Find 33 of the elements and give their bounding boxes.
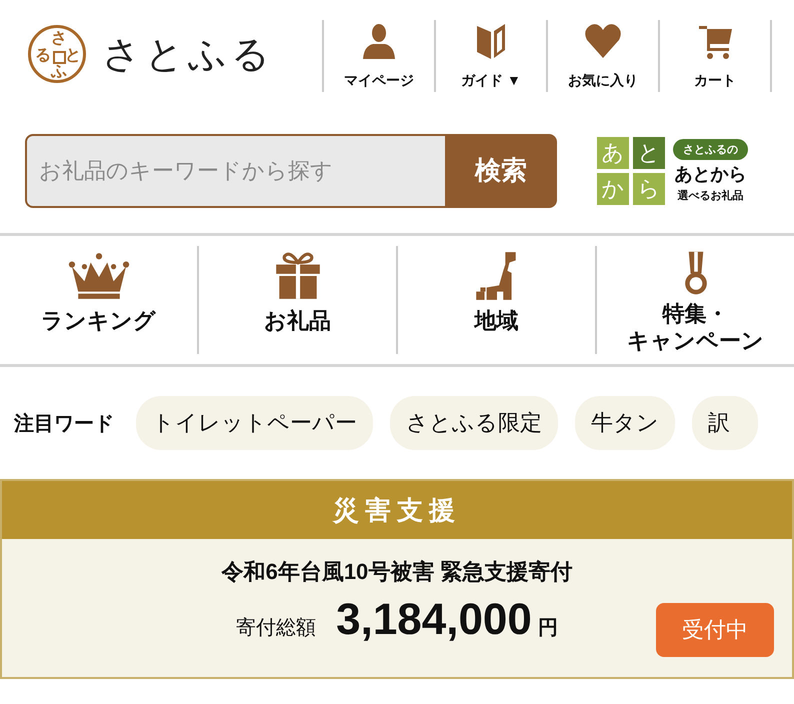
stamp-character: と [65, 48, 81, 64]
category-label[interactable]: 特集・ [662, 301, 728, 328]
crown-icon [66, 250, 130, 302]
category-label[interactable]: 地域 [474, 308, 518, 334]
header-nav-link[interactable]: カート [660, 20, 772, 92]
total-amount: 3,184,000 [336, 595, 532, 645]
category-label[interactable]: ランキング [41, 308, 156, 334]
stamp-character: さ [51, 31, 67, 47]
square-icon [53, 51, 66, 64]
status-badge: 受付中 [656, 603, 774, 657]
category-label[interactable]: お礼品 [264, 308, 331, 334]
stamp-character: ふ [51, 64, 67, 80]
keyword-chip[interactable]: 訳 [692, 396, 758, 450]
header-nav-link[interactable]: マイページ [324, 20, 436, 92]
disaster-heading: 災害支援 [2, 481, 792, 539]
header-nav-link[interactable]: お気に入り [548, 20, 660, 92]
search-field[interactable]: お礼品のキーワードから探す [25, 134, 445, 208]
campaign-title[interactable]: 令和6年台風10号被害 緊急支援寄付 [222, 557, 572, 587]
logo-text[interactable]: さとふる [102, 28, 274, 80]
header-nav-link[interactable]: ガイド ▼ [436, 20, 548, 92]
atokara-logo[interactable]: あ と か ら [597, 136, 665, 204]
category-label[interactable]: キャンペーン [627, 328, 764, 354]
keyword-chip[interactable]: 牛タン [575, 396, 675, 450]
total-label: 寄付総額 [236, 616, 316, 641]
search-button[interactable]: 検索 [445, 134, 557, 208]
keyword-chip[interactable]: トイレットペーパー [136, 396, 373, 450]
atokara-title: あとから [674, 162, 746, 186]
keywords-label: 注目ワード [14, 412, 114, 436]
keyword-chip[interactable]: さとふる限定 [390, 396, 558, 450]
currency-unit: 円 [538, 616, 558, 641]
atokara-subtitle: 選べるお礼品 [678, 188, 744, 202]
speech-bubble: さとふるの [673, 138, 748, 160]
stamp-character: る [35, 48, 51, 64]
